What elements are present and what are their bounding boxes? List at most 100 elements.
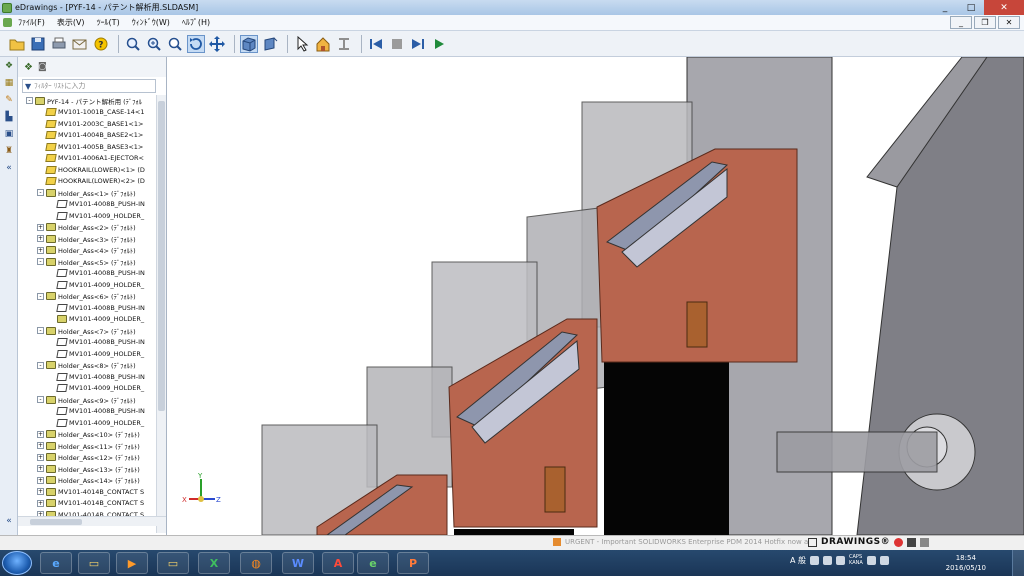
tree-item[interactable]: MV101-4006A1-EJECTOR< [18,153,156,165]
tree-item[interactable]: MV101-4004B_BASE2<1> [18,130,156,142]
expand-toggle-icon[interactable]: + [37,453,44,461]
expand-toggle-icon[interactable]: + [37,488,44,496]
tree-item[interactable]: MV101-4008B_PUSH-IN [18,199,156,211]
tree-item[interactable]: + Holder_Ass<13> (ﾃﾞﾌｫﾙﾄ) [18,463,156,475]
edrawings-app-icon[interactable] [2,2,12,13]
show-desktop-button[interactable] [1012,550,1024,576]
tree-item[interactable]: MV101-4008B_PUSH-IN [18,406,156,418]
app-icon[interactable]: ◍ [240,552,272,574]
doc-close-button[interactable]: ✕ [998,16,1020,29]
acrobat-icon[interactable]: A [322,552,354,574]
menu-tools[interactable]: ﾂｰﾙ(T) [91,17,126,28]
zoom-icon[interactable] [166,35,184,53]
tree-item[interactable]: MV101-4009_HOLDER_ [18,417,156,429]
tree-item[interactable]: MV101-4009_HOLDER_ [18,383,156,395]
expand-toggle-icon[interactable]: + [37,465,44,473]
start-button[interactable] [2,551,32,575]
home-icon[interactable] [314,35,332,53]
sheets-tab-icon[interactable]: ▦ [2,78,16,91]
tree-item[interactable]: MV101-4009_HOLDER_ [18,210,156,222]
play-icon[interactable] [430,35,448,53]
tree-item[interactable]: - Holder_Ass<8> (ﾃﾞﾌｫﾙﾄ) [18,360,156,372]
expand-toggle-icon[interactable]: + [37,223,44,231]
tree-item[interactable]: + MV101-4014B_CONTACT S [18,498,156,510]
view-orient-icon[interactable] [261,35,279,53]
media-player-icon[interactable]: ▶ [116,552,148,574]
tree-item[interactable]: MV101-1001B_CASE-14<1 [18,107,156,119]
no-sign-icon[interactable] [894,537,904,547]
menu-view[interactable]: 表示(V) [51,17,91,28]
scroll-thumb[interactable] [30,519,82,525]
tree-item[interactable]: + MV101-4014B_CONTACT S [18,486,156,498]
tree-item[interactable]: + Holder_Ass<11> (ﾃﾞﾌｫﾙﾄ) [18,440,156,452]
status-message[interactable]: URGENT - Important SOLIDWORKS Enterprise… [553,538,808,546]
tree-item[interactable]: + Holder_Ass<3> (ﾃﾞﾌｫﾙﾄ) [18,233,156,245]
menu-file[interactable]: ﾌｧｲﾙ(F) [12,17,51,28]
scroll-thumb[interactable] [158,101,165,411]
collapse-toggle-icon[interactable]: - [37,258,44,266]
model-viewport[interactable]: Y Z X [167,57,1024,535]
save-icon[interactable] [29,35,47,53]
edrawings-icon[interactable]: e [357,552,389,574]
collapse-toggle-icon[interactable]: - [37,327,44,335]
excel-icon[interactable]: X [198,552,230,574]
tree-item[interactable]: MV101-4005B_BASE3<1> [18,141,156,153]
help-icon[interactable]: ? [92,35,110,53]
menu-window[interactable]: ｳｨﾝﾄﾞｳ(W) [126,17,176,28]
collapse-panel-bottom-icon[interactable]: « [2,516,16,529]
volume-icon[interactable] [879,555,889,565]
markup-tab-icon[interactable]: ✎ [2,95,16,108]
mass-props-tab-icon[interactable]: ♜ [2,146,16,159]
tree-item[interactable]: - PYF-14 - パテント解析用 (ﾃﾞﾌｫﾙ [18,95,156,107]
document-icon[interactable] [3,18,12,27]
next-frame-icon[interactable] [409,35,427,53]
word-icon[interactable]: W [282,552,314,574]
tree-item[interactable]: + Holder_Ass<4> (ﾃﾞﾌｫﾙﾄ) [18,245,156,257]
tree-item[interactable]: MV101-4008B_PUSH-IN [18,268,156,280]
tree-vertical-scrollbar[interactable] [156,95,166,533]
expand-toggle-icon[interactable]: + [37,476,44,484]
collapse-toggle-icon[interactable]: - [26,97,33,105]
collapse-toggle-icon[interactable]: - [37,292,44,300]
doc-restore-button[interactable]: ❐ [974,16,996,29]
camera-icon[interactable]: ◙ [38,62,47,72]
menu-help[interactable]: ﾍﾙﾌﾟ(H) [176,17,216,28]
tree-item[interactable]: MV101-4008B_PUSH-IN [18,371,156,383]
minimize-button[interactable]: _ [932,0,958,15]
stamp-icon[interactable] [907,537,917,547]
components-tab-icon[interactable]: ❖ [2,61,16,74]
ie-icon[interactable]: e [40,552,72,574]
ime-indicator[interactable]: A 般 [790,555,806,566]
network-icon[interactable] [866,555,876,565]
expand-toggle-icon[interactable]: + [37,442,44,450]
tray-icon[interactable] [836,555,846,565]
tray-icon[interactable] [823,555,833,565]
expand-toggle-icon[interactable]: + [37,235,44,243]
tree-item[interactable]: - Holder_Ass<6> (ﾃﾞﾌｫﾙﾄ) [18,291,156,303]
tree-item[interactable]: + Holder_Ass<14> (ﾃﾞﾌｫﾙﾄ) [18,475,156,487]
expand-toggle-icon[interactable]: + [37,499,44,507]
tree-item[interactable]: MV101-4008B_PUSH-IN [18,302,156,314]
view-box-icon[interactable] [240,34,258,53]
tree-item[interactable]: - Holder_Ass<7> (ﾃﾞﾌｫﾙﾄ) [18,325,156,337]
open-icon[interactable] [8,35,26,53]
tree-item[interactable]: - Holder_Ass<9> (ﾃﾞﾌｫﾙﾄ) [18,394,156,406]
filter-input[interactable]: ▼ ﾌｨﾙﾀｰ ﾘｽﾄに入力 [22,79,156,93]
explorer-icon[interactable]: ▭ [78,552,110,574]
rotate-icon[interactable] [187,34,205,53]
print-icon[interactable] [50,35,68,53]
stop-icon[interactable] [388,35,406,53]
expand-toggle-icon[interactable]: + [37,430,44,438]
tree-horizontal-scrollbar[interactable] [18,516,166,526]
maximize-button[interactable]: □ [958,0,984,15]
expand-toggle-icon[interactable]: + [37,246,44,254]
tree-item[interactable]: MV101-4009_HOLDER_ [18,348,156,360]
collapse-toggle-icon[interactable]: - [37,361,44,369]
zoom-area-icon[interactable] [145,35,163,53]
measure-tab-icon[interactable]: ▙ [2,112,16,125]
tree-item[interactable]: + Holder_Ass<12> (ﾃﾞﾌｫﾙﾄ) [18,452,156,464]
explode-icon[interactable] [335,35,353,53]
tree-item[interactable]: + Holder_Ass<2> (ﾃﾞﾌｫﾙﾄ) [18,222,156,234]
collapse-toggle-icon[interactable]: - [37,396,44,404]
folder-icon[interactable]: ▭ [157,552,189,574]
